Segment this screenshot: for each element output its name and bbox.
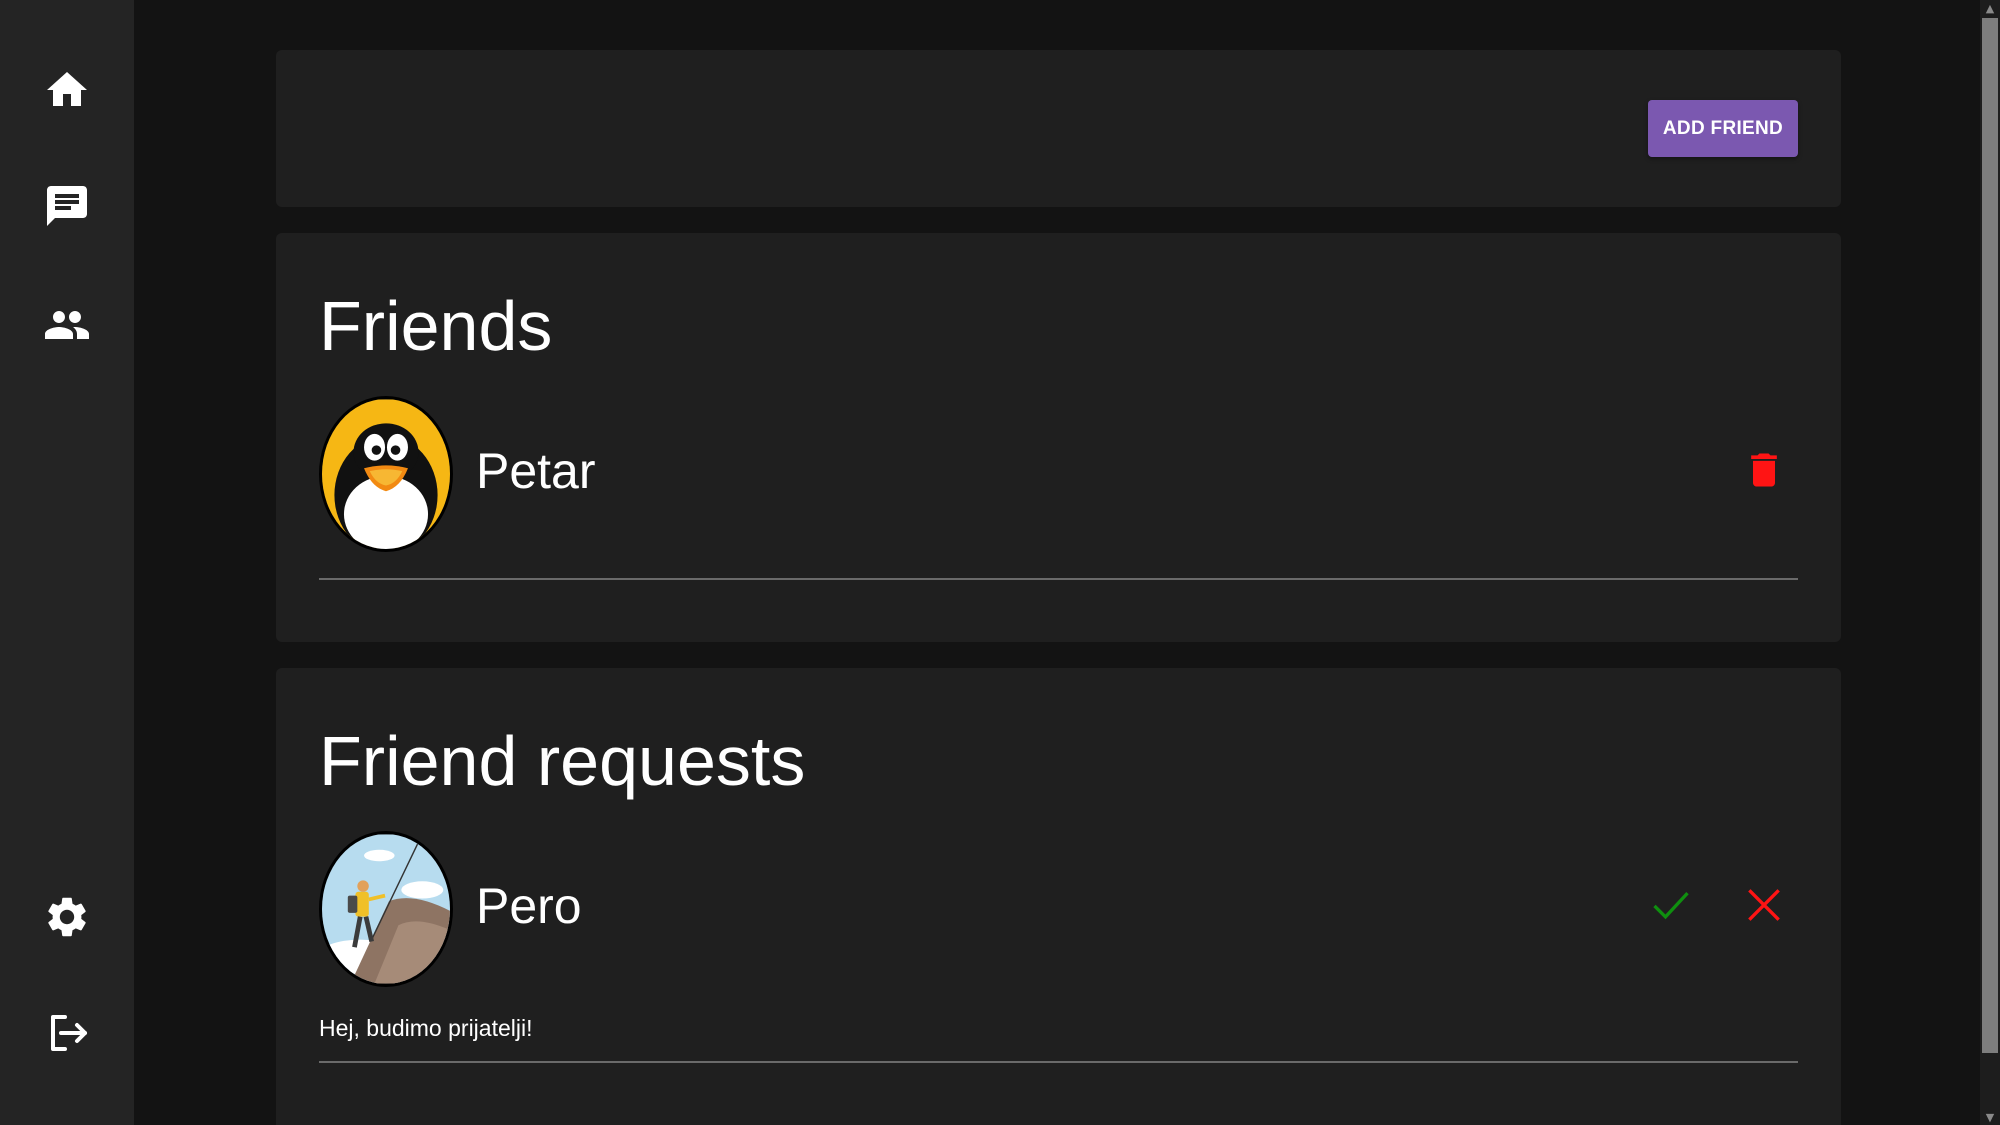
sidebar-item-settings[interactable] xyxy=(37,887,97,947)
delete-friend-button[interactable] xyxy=(1736,442,1792,498)
logout-icon xyxy=(51,1015,87,1051)
friend-name: Petar xyxy=(476,443,596,499)
sidebar-item-chat[interactable] xyxy=(37,176,97,236)
chat-icon xyxy=(47,186,87,226)
requester-name: Pero xyxy=(476,878,582,934)
toolbar-card: ADD FRIEND xyxy=(276,50,1841,207)
request-row: Pero xyxy=(319,831,1798,991)
friend-requests-title: Friend requests xyxy=(319,722,806,800)
check-icon xyxy=(1653,891,1689,920)
scroll-down-arrow[interactable]: ▼ xyxy=(1980,1109,2000,1125)
sidebar xyxy=(0,0,134,1125)
sidebar-item-home[interactable] xyxy=(37,60,97,120)
scroll-up-arrow[interactable]: ▲ xyxy=(1980,0,2000,16)
divider xyxy=(319,578,1798,580)
accept-request-button[interactable] xyxy=(1643,877,1699,933)
gear-icon xyxy=(48,897,86,937)
decline-request-button[interactable] xyxy=(1736,877,1792,933)
sidebar-item-friends[interactable] xyxy=(37,295,97,355)
add-friend-button[interactable]: ADD FRIEND xyxy=(1648,100,1798,157)
scrollbar[interactable]: ▲ ▼ xyxy=(1980,0,2000,1125)
climber-avatar xyxy=(319,831,453,987)
sidebar-item-logout[interactable] xyxy=(37,1003,97,1063)
friend-requests-card: Friend requests Pero Hej, budimo prijate… xyxy=(276,668,1841,1125)
divider xyxy=(319,1061,1798,1063)
app-root: ADD FRIEND Friends Petar Friend requests… xyxy=(0,0,2000,1125)
friends-title: Friends xyxy=(319,287,553,365)
scroll-thumb[interactable] xyxy=(1982,18,1998,1053)
close-icon xyxy=(1748,889,1780,921)
penguin-avatar xyxy=(319,396,453,552)
friends-card: Friends Petar xyxy=(276,233,1841,642)
friend-row: Petar xyxy=(319,396,1798,580)
request-message: Hej, budimo prijatelji! xyxy=(319,1015,533,1041)
people-icon xyxy=(45,311,89,339)
home-icon xyxy=(47,72,87,106)
trash-icon xyxy=(1751,453,1777,487)
